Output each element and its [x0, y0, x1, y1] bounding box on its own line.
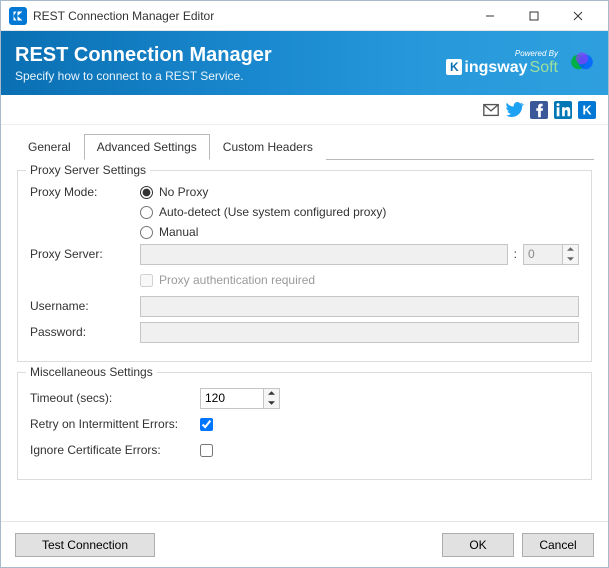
- port-down-button[interactable]: [563, 254, 578, 264]
- proxy-mode-manual[interactable]: Manual: [140, 225, 579, 239]
- titlebar-controls: [468, 2, 600, 30]
- port-separator: :: [514, 247, 517, 261]
- retry-label: Retry on Intermittent Errors:: [30, 417, 200, 431]
- brand-k-icon[interactable]: K: [578, 101, 596, 119]
- proxy-server-input[interactable]: [140, 244, 508, 265]
- port-up-button[interactable]: [563, 245, 578, 255]
- tab-content-advanced: Proxy Server Settings Proxy Mode: No Pro…: [15, 160, 594, 500]
- header-logos: Powered By KingswaySoft: [446, 50, 594, 77]
- timeout-spinner[interactable]: [200, 388, 280, 409]
- proxy-server-label: Proxy Server:: [30, 247, 140, 261]
- proxy-fieldset: Proxy Server Settings Proxy Mode: No Pro…: [17, 170, 592, 362]
- ignore-cert-label: Ignore Certificate Errors:: [30, 443, 200, 457]
- svg-text:K: K: [583, 103, 592, 117]
- proxy-port-input[interactable]: [524, 245, 562, 264]
- close-button[interactable]: [556, 2, 600, 30]
- proxy-mode-label: Proxy Mode:: [30, 185, 140, 199]
- footer: Test Connection OK Cancel: [1, 521, 608, 567]
- header-text: REST Connection Manager Specify how to c…: [15, 44, 272, 83]
- social-row: K: [1, 95, 608, 125]
- tab-custom-headers[interactable]: Custom Headers: [210, 134, 326, 160]
- timeout-label: Timeout (secs):: [30, 391, 200, 405]
- tab-general[interactable]: General: [15, 134, 84, 160]
- window-title: REST Connection Manager Editor: [33, 9, 468, 23]
- linkedin-icon[interactable]: [554, 101, 572, 119]
- retry-checkbox[interactable]: [200, 418, 213, 431]
- username-input[interactable]: [140, 296, 579, 317]
- minimize-button[interactable]: [468, 2, 512, 30]
- kingswaysoft-logo: Powered By KingswaySoft: [446, 50, 558, 76]
- webex-icon: [570, 50, 594, 77]
- maximize-button[interactable]: [512, 2, 556, 30]
- header-subtitle: Specify how to connect to a REST Service…: [15, 69, 272, 83]
- titlebar: REST Connection Manager Editor: [1, 1, 608, 31]
- proxy-mode-auto-radio[interactable]: [140, 206, 153, 219]
- proxy-port-spinner[interactable]: [523, 244, 579, 265]
- username-label: Username:: [30, 299, 140, 313]
- proxy-auth-checkbox-item[interactable]: Proxy authentication required: [140, 273, 315, 287]
- timeout-input[interactable]: [201, 389, 263, 408]
- test-connection-button[interactable]: Test Connection: [15, 533, 155, 557]
- header-title: REST Connection Manager: [15, 44, 272, 67]
- misc-legend: Miscellaneous Settings: [26, 365, 157, 379]
- ignore-cert-checkbox[interactable]: [200, 444, 213, 457]
- header-banner: REST Connection Manager Specify how to c…: [1, 31, 608, 95]
- timeout-up-button[interactable]: [264, 389, 279, 399]
- password-input[interactable]: [140, 322, 579, 343]
- proxy-auth-checkbox[interactable]: [140, 274, 153, 287]
- proxy-mode-none[interactable]: No Proxy: [140, 185, 579, 199]
- tab-advanced-settings[interactable]: Advanced Settings: [84, 134, 210, 160]
- app-icon: [9, 7, 27, 25]
- cancel-button[interactable]: Cancel: [522, 533, 594, 557]
- password-label: Password:: [30, 325, 140, 339]
- content-area: General Advanced Settings Custom Headers…: [1, 125, 608, 521]
- mail-icon[interactable]: [482, 101, 500, 119]
- proxy-mode-none-radio[interactable]: [140, 186, 153, 199]
- proxy-mode-group: No Proxy Auto-detect (Use system configu…: [140, 185, 579, 239]
- ok-button[interactable]: OK: [442, 533, 514, 557]
- window-root: REST Connection Manager Editor REST Conn…: [0, 0, 609, 568]
- proxy-mode-manual-radio[interactable]: [140, 226, 153, 239]
- timeout-down-button[interactable]: [264, 398, 279, 408]
- facebook-icon[interactable]: [530, 101, 548, 119]
- proxy-legend: Proxy Server Settings: [26, 163, 150, 177]
- tabs: General Advanced Settings Custom Headers: [15, 133, 594, 160]
- misc-fieldset: Miscellaneous Settings Timeout (secs): R…: [17, 372, 592, 480]
- proxy-mode-auto[interactable]: Auto-detect (Use system configured proxy…: [140, 205, 579, 219]
- twitter-icon[interactable]: [506, 101, 524, 119]
